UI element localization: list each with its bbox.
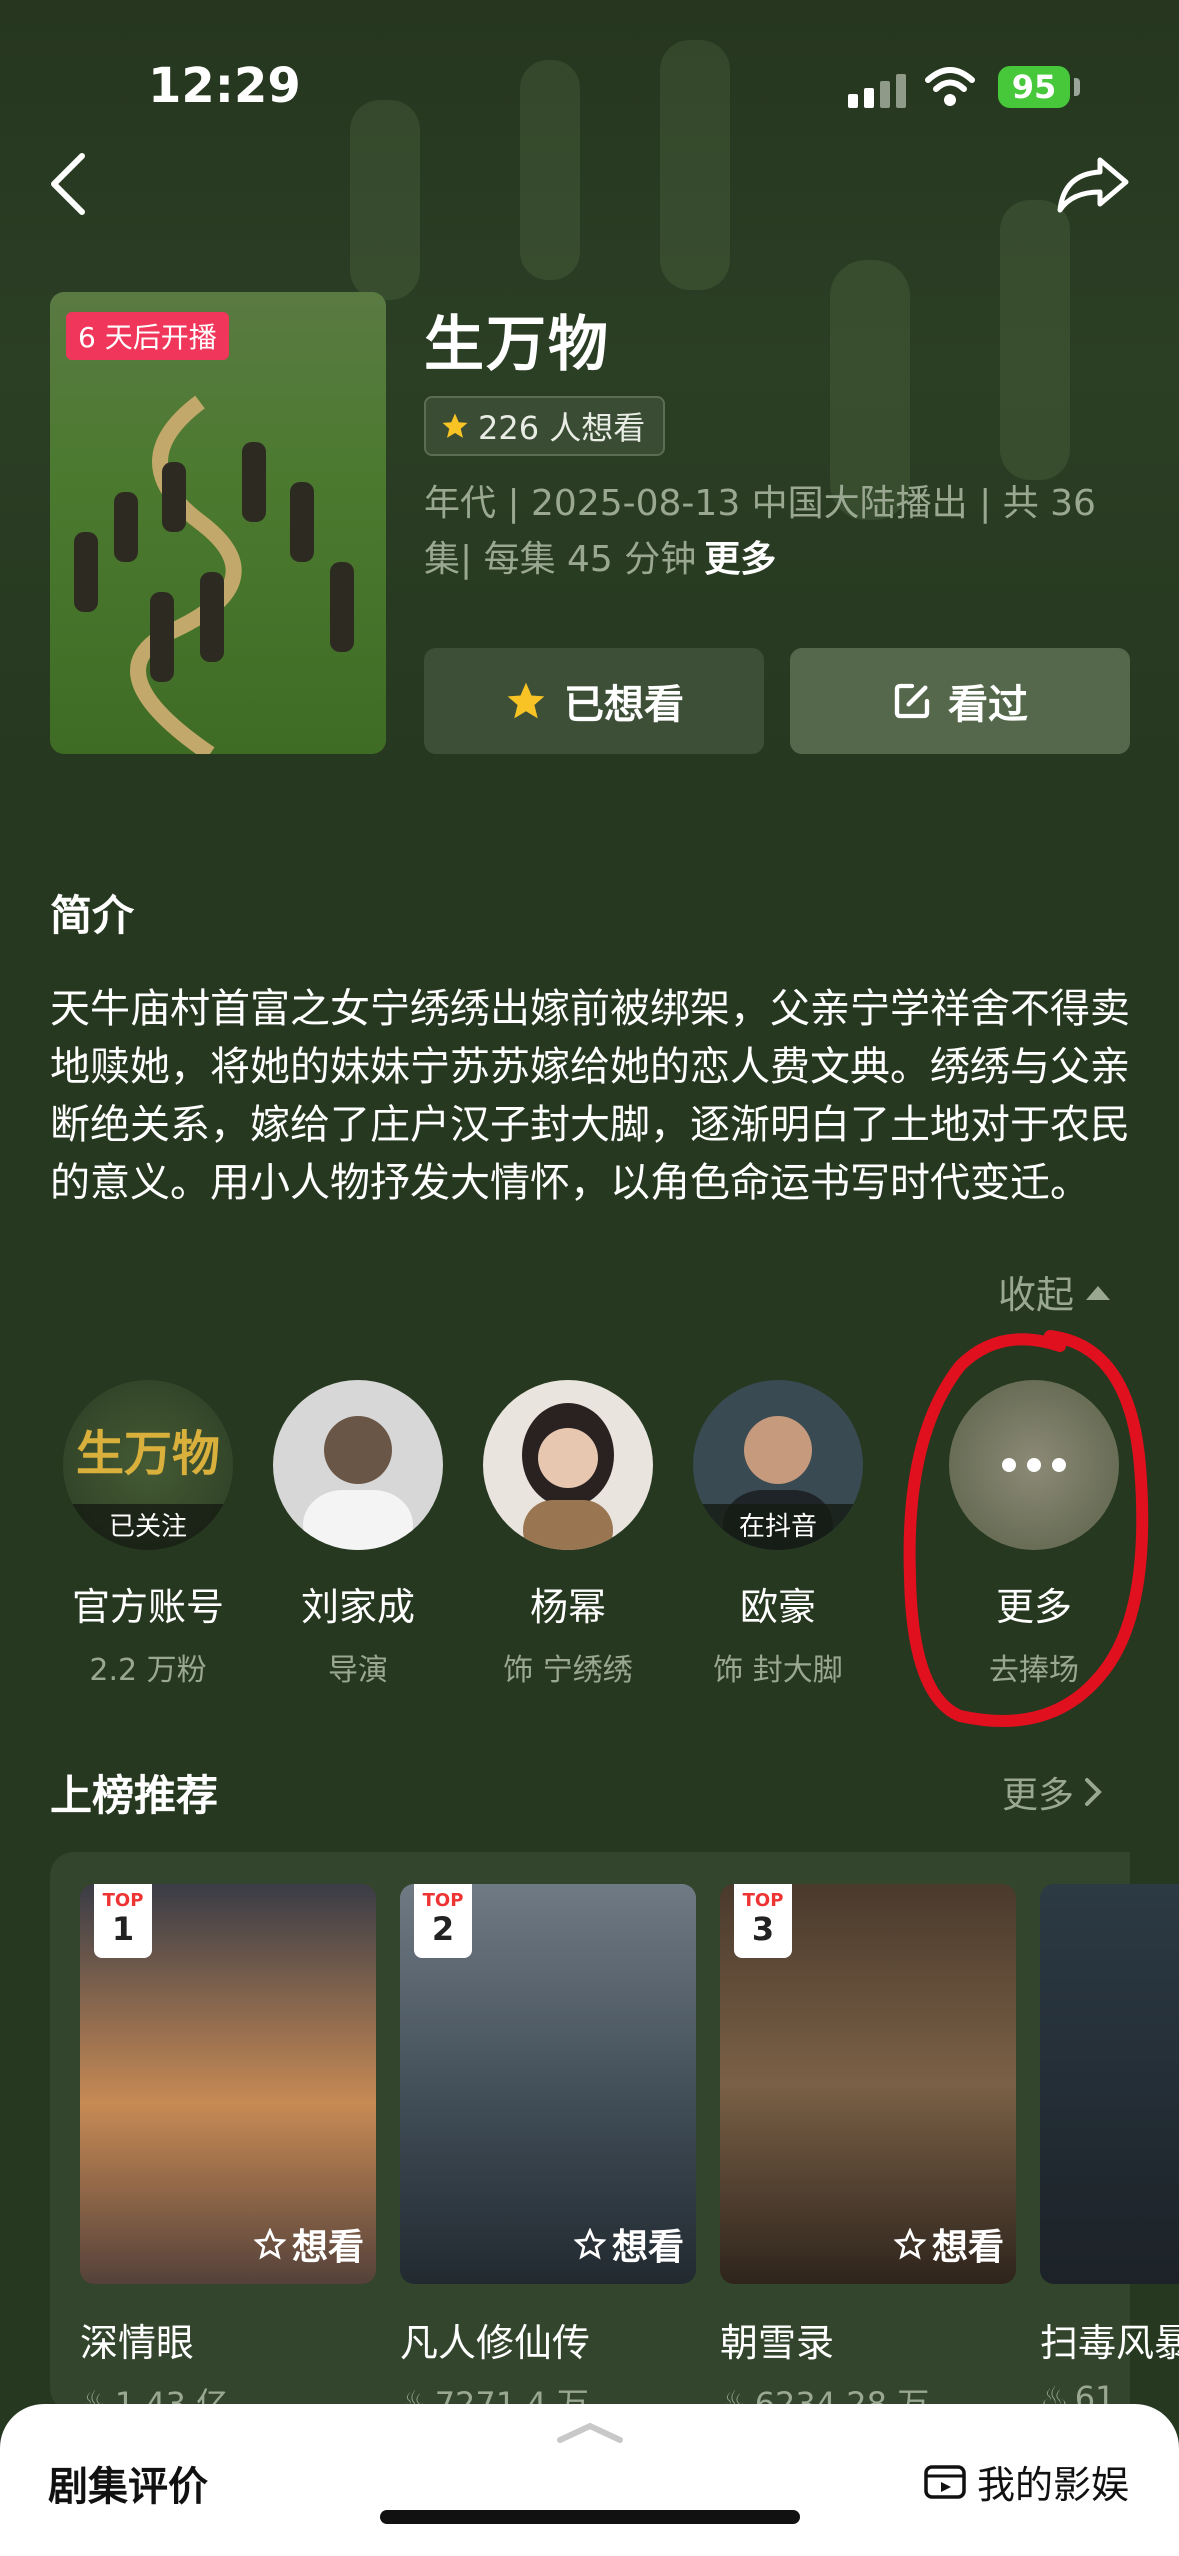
synopsis-heading: 简介 <box>50 891 135 940</box>
rank-top-label: TOP <box>742 1890 784 1911</box>
ranking-title: 朝雪录 <box>720 2321 835 2365</box>
want-count-text: 226 人想看 <box>478 409 646 447</box>
want-label: 想看 <box>291 2227 364 2268</box>
cast-role: 饰 封大脚 <box>713 1653 843 1688</box>
ranking-card[interactable]: TOP 1 想看 深情眼 ♨ 1.43 亿 <box>80 1884 376 2425</box>
star-outline-icon <box>573 2228 606 2260</box>
want-button[interactable]: 想看 <box>573 2218 684 2270</box>
ranking-more-link[interactable]: 更多 <box>1002 1766 1102 1818</box>
following-tag: 已关注 <box>63 1504 233 1550</box>
watched-button-label: 看过 <box>948 682 1028 728</box>
film-icon <box>924 2464 966 2499</box>
cast-item-actor[interactable]: 在抖音 欧豪 饰 封大脚 <box>678 1380 878 1689</box>
show-meta: 年代 | 2025-08-13 中国大陆播出 | 共 36 集| 每集 45 分… <box>424 476 1124 588</box>
cast-item-director[interactable]: 刘家成 导演 <box>258 1380 458 1689</box>
rank-number: 1 <box>111 1910 135 1948</box>
star-icon <box>507 682 545 719</box>
want-button[interactable]: 想看 <box>253 2218 364 2270</box>
cast-name: 刘家成 <box>300 1585 415 1629</box>
rank-badge: TOP 1 <box>94 1884 152 1958</box>
ranking-title: 凡人修仙传 <box>400 2321 591 2365</box>
avatar: 在抖音 <box>693 1380 863 1550</box>
chevron-up-icon <box>1086 1285 1111 1300</box>
cast-name: 杨幂 <box>529 1585 606 1629</box>
official-logo: 生万物 <box>75 1426 220 1482</box>
cast-role: 饰 宁绣绣 <box>503 1653 633 1688</box>
person-silhouette <box>522 1403 614 1550</box>
premiere-countdown-badge: 6 天后开播 <box>66 312 229 360</box>
cast-item-actress[interactable]: 杨幂 饰 宁绣绣 <box>468 1380 668 1689</box>
avatar <box>273 1380 443 1550</box>
edit-icon <box>894 683 930 719</box>
wanted-button-label: 已想看 <box>564 682 684 728</box>
ranking-card[interactable]: TOP 3 想看 朝雪录 ♨ 6234.28 万 <box>720 1884 1016 2425</box>
ranking-title: 深情眼 <box>80 2321 195 2365</box>
show-poster[interactable]: 6 天后开播 <box>50 292 386 754</box>
chevron-right-icon <box>1085 1778 1102 1806</box>
want-label: 想看 <box>931 2227 1004 2268</box>
my-entertainment-label: 我的影娱 <box>976 2463 1129 2507</box>
avatar <box>483 1380 653 1550</box>
star-outline-icon <box>253 2228 286 2260</box>
back-arrow-icon[interactable] <box>48 152 88 216</box>
ranking-more-label: 更多 <box>1002 1775 1075 1816</box>
rank-top-label: TOP <box>102 1890 144 1911</box>
want-count-badge: 226 人想看 <box>424 396 666 456</box>
rank-number: 2 <box>431 1910 455 1948</box>
meta-more-link[interactable]: 更多 <box>704 539 776 580</box>
ranking-card[interactable]: TOP 2 想看 凡人修仙传 ♨ 7271.4 万 <box>400 1884 696 2425</box>
my-entertainment-button[interactable]: 我的影娱 <box>923 2454 1129 2509</box>
watched-button[interactable]: 看过 <box>790 648 1130 754</box>
person-silhouette <box>303 1416 413 1550</box>
on-douyin-tag: 在抖音 <box>693 1504 863 1550</box>
poster-artwork <box>74 395 354 754</box>
collapse-button[interactable]: 收起 <box>998 1264 1112 1319</box>
cast-role: 导演 <box>328 1653 388 1688</box>
wifi-icon <box>925 67 975 106</box>
rank-number: 3 <box>751 1910 775 1948</box>
ranking-poster: TOP 3 想看 <box>720 1884 1016 2284</box>
share-icon[interactable] <box>1056 156 1130 214</box>
want-button[interactable]: 想看 <box>893 2218 1004 2270</box>
cellular-signal-icon <box>848 74 906 108</box>
battery-indicator: 95 <box>998 66 1070 108</box>
ranking-heading: 上榜推荐 <box>50 1771 219 1820</box>
cast-item-official[interactable]: 生万物 已关注 官方账号 2.2 万粉 <box>48 1380 248 1689</box>
rank-badge: TOP 3 <box>734 1884 792 1958</box>
synopsis-text: 天牛庙村首富之女宁绣绣出嫁前被绑架，父亲宁学祥舍不得卖地赎她，将她的妹妹宁苏苏嫁… <box>50 986 1130 1206</box>
red-annotation-circle <box>903 1330 1149 1727</box>
cast-name: 官方账号 <box>71 1585 224 1629</box>
status-time: 12:29 <box>148 58 301 114</box>
ranking-card[interactable]: 扫毒风暴 ♨ 61 <box>1040 1884 1179 2417</box>
rank-badge: TOP 2 <box>414 1884 472 1958</box>
show-title: 生万物 <box>424 310 610 380</box>
ranking-poster <box>1040 1884 1179 2284</box>
reviews-title[interactable]: 剧集评价 <box>48 2454 208 2512</box>
want-label: 想看 <box>611 2227 684 2268</box>
star-icon <box>442 413 468 438</box>
home-indicator <box>380 2510 800 2524</box>
cast-role: 2.2 万粉 <box>89 1653 207 1688</box>
ranking-poster: TOP 2 想看 <box>400 1884 696 2284</box>
avatar: 生万物 已关注 <box>63 1380 233 1550</box>
star-outline-icon <box>893 2228 926 2260</box>
rank-top-label: TOP <box>422 1890 464 1911</box>
ranking-poster: TOP 1 想看 <box>80 1884 376 2284</box>
ranking-title: 扫毒风暴 <box>1040 2321 1179 2365</box>
bottom-sheet[interactable]: 剧集评价 我的影娱 <box>0 2404 1179 2556</box>
sheet-handle-chevron-icon[interactable] <box>556 2420 624 2444</box>
wanted-button[interactable]: 已想看 <box>424 648 764 754</box>
cast-name: 欧豪 <box>739 1585 816 1629</box>
collapse-label: 收起 <box>998 1273 1075 1317</box>
battery-tip <box>1074 78 1080 96</box>
